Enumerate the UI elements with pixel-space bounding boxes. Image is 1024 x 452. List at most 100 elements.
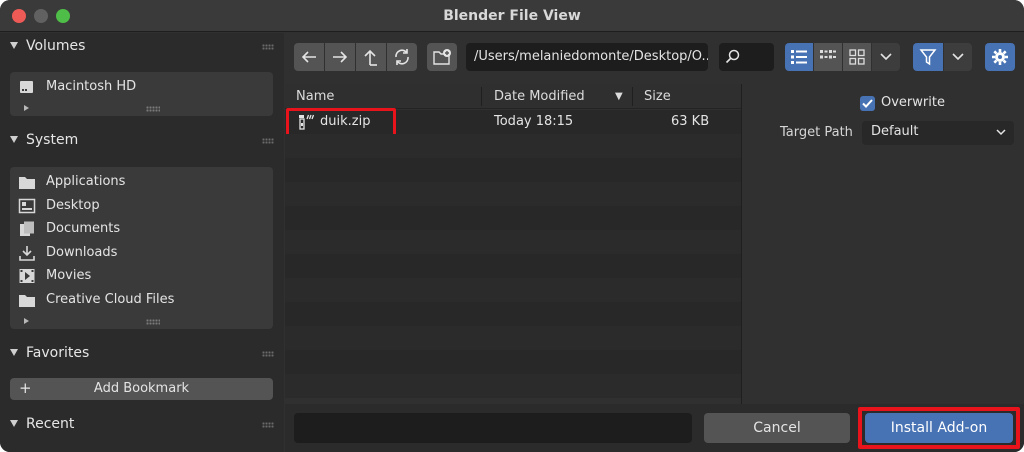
column-divider[interactable] [481, 87, 482, 106]
target-path-select[interactable]: Default [862, 121, 1014, 145]
drag-grip-icon[interactable] [262, 422, 274, 428]
sidebar-item-downloads[interactable]: Downloads [18, 242, 268, 264]
empty-row [285, 206, 741, 230]
volumes-section-label: Volumes [26, 38, 86, 54]
file-rows: duik.zip Today 18:15 63 KB [285, 108, 741, 404]
install-add-on-button[interactable]: Install Add-on [865, 413, 1013, 443]
sidebar-item-macintosh-hd[interactable]: Macintosh HD [18, 76, 268, 98]
display-settings-dropdown[interactable] [872, 43, 900, 71]
sidebar-item-movies[interactable]: Movies [18, 265, 268, 287]
sidebar-item-label: Desktop [46, 198, 100, 213]
sidebar-item-label: Documents [46, 221, 121, 236]
cancel-button[interactable]: Cancel [704, 413, 850, 443]
file-size: 63 KB [671, 114, 710, 129]
column-header-name[interactable]: Name [296, 89, 334, 104]
sidebar-item-creative-cloud-files[interactable]: Creative Cloud Files [18, 289, 268, 311]
parent-directory-button[interactable] [356, 43, 386, 71]
column-header-size[interactable]: Size [644, 89, 671, 104]
checkmark-icon [862, 99, 873, 108]
file-date-modified: Today 18:15 [494, 114, 574, 129]
system-section-header[interactable]: System [0, 127, 284, 155]
search-input[interactable] [719, 43, 774, 71]
filter-options-dropdown[interactable] [944, 43, 972, 71]
search-icon [725, 49, 740, 64]
refresh-button[interactable] [387, 43, 417, 71]
sidebar-item-label: Creative Cloud Files [46, 292, 175, 307]
overwrite-checkbox[interactable] [860, 96, 875, 111]
desktop-icon [18, 198, 36, 214]
empty-row [285, 158, 741, 182]
sort-descending-icon[interactable]: ▼ [615, 91, 623, 102]
favorites-section-header[interactable]: Favorites [0, 340, 284, 368]
collapse-triangle-icon [10, 136, 18, 143]
expand-triangle-icon[interactable] [24, 105, 29, 111]
arrow-up-icon [364, 49, 377, 66]
empty-row [285, 182, 741, 206]
operator-options-panel: Overwrite Target Path Default [742, 84, 1024, 404]
empty-row [285, 350, 741, 374]
disk-icon [20, 81, 33, 93]
add-bookmark-button[interactable]: + Add Bookmark [10, 378, 273, 400]
chevron-down-icon [996, 129, 1006, 136]
column-header-date-modified[interactable]: Date Modified [494, 89, 585, 104]
sidebar-item-label: Movies [46, 268, 92, 283]
download-icon [19, 246, 35, 261]
file-highlight-annotation [286, 108, 396, 137]
volumes-panel: Macintosh HD [10, 72, 273, 116]
collapse-triangle-icon [10, 420, 18, 427]
target-path-value: Default [871, 124, 919, 139]
drag-grip-icon[interactable] [262, 351, 274, 357]
drag-grip-icon[interactable] [262, 138, 274, 144]
folder-icon [19, 295, 35, 307]
thumbnails-view-button[interactable] [843, 43, 871, 71]
resize-grip-icon[interactable] [146, 319, 160, 325]
sidebar-item-applications[interactable]: Applications [18, 171, 268, 193]
file-browser-footer: Cancel Install Add-on [285, 404, 1024, 452]
file-browser-main: /Users/melaniedomonte/Desktop/O... Name … [285, 33, 1024, 452]
file-row-duik-zip[interactable]: duik.zip Today 18:15 63 KB [285, 108, 741, 137]
add-bookmark-label: Add Bookmark [93, 381, 190, 396]
volumes-section-header[interactable]: Volumes [0, 33, 284, 61]
vertical-list-view-button[interactable] [785, 43, 813, 71]
vertical-list-icon [791, 50, 807, 64]
system-section-label: System [26, 132, 79, 148]
system-panel: Applications Desktop Documents Downloads… [10, 167, 273, 329]
target-path-label: Target Path [780, 125, 853, 140]
gear-icon [992, 49, 1008, 65]
expand-triangle-icon[interactable] [24, 318, 29, 324]
directory-path-input[interactable]: /Users/melaniedomonte/Desktop/O... [466, 43, 708, 71]
empty-row [285, 326, 741, 350]
horizontal-list-view-button[interactable] [814, 43, 842, 71]
empty-row [285, 134, 741, 158]
column-divider[interactable] [632, 87, 633, 106]
documents-icon [20, 221, 34, 236]
chevron-down-icon [880, 53, 892, 61]
sidebar-item-label: Downloads [46, 245, 118, 260]
recent-section-header[interactable]: Recent [0, 411, 284, 439]
title-bar: Blender File View [0, 0, 1024, 32]
thumbnails-grid-icon [849, 49, 865, 65]
refresh-icon [395, 49, 409, 65]
collapse-triangle-icon [10, 42, 18, 49]
navigation-toolbar: /Users/melaniedomonte/Desktop/O... [285, 33, 1024, 81]
empty-row [285, 230, 741, 254]
empty-row [285, 302, 741, 326]
file-list-header: Name Date Modified ▼ Size [285, 84, 741, 109]
filter-toggle-button[interactable] [913, 43, 943, 71]
arrow-left-icon [301, 51, 316, 63]
new-folder-button[interactable] [427, 43, 457, 71]
resize-grip-icon[interactable] [146, 106, 160, 112]
settings-button[interactable] [985, 43, 1015, 71]
collapse-triangle-icon [10, 349, 18, 356]
drag-grip-icon[interactable] [262, 44, 274, 50]
filename-input[interactable] [294, 413, 692, 443]
new-folder-icon [433, 49, 451, 65]
recent-section-label: Recent [26, 416, 75, 432]
blender-file-view-window: Blender File View Volumes Macintosh HD S… [0, 0, 1024, 452]
forward-button[interactable] [325, 43, 355, 71]
overwrite-label[interactable]: Overwrite [881, 95, 945, 110]
back-button[interactable] [294, 43, 324, 71]
sidebar-item-documents[interactable]: Documents [18, 218, 268, 240]
sidebar-item-desktop[interactable]: Desktop [18, 195, 268, 217]
sidebar-item-label: Applications [46, 174, 126, 189]
